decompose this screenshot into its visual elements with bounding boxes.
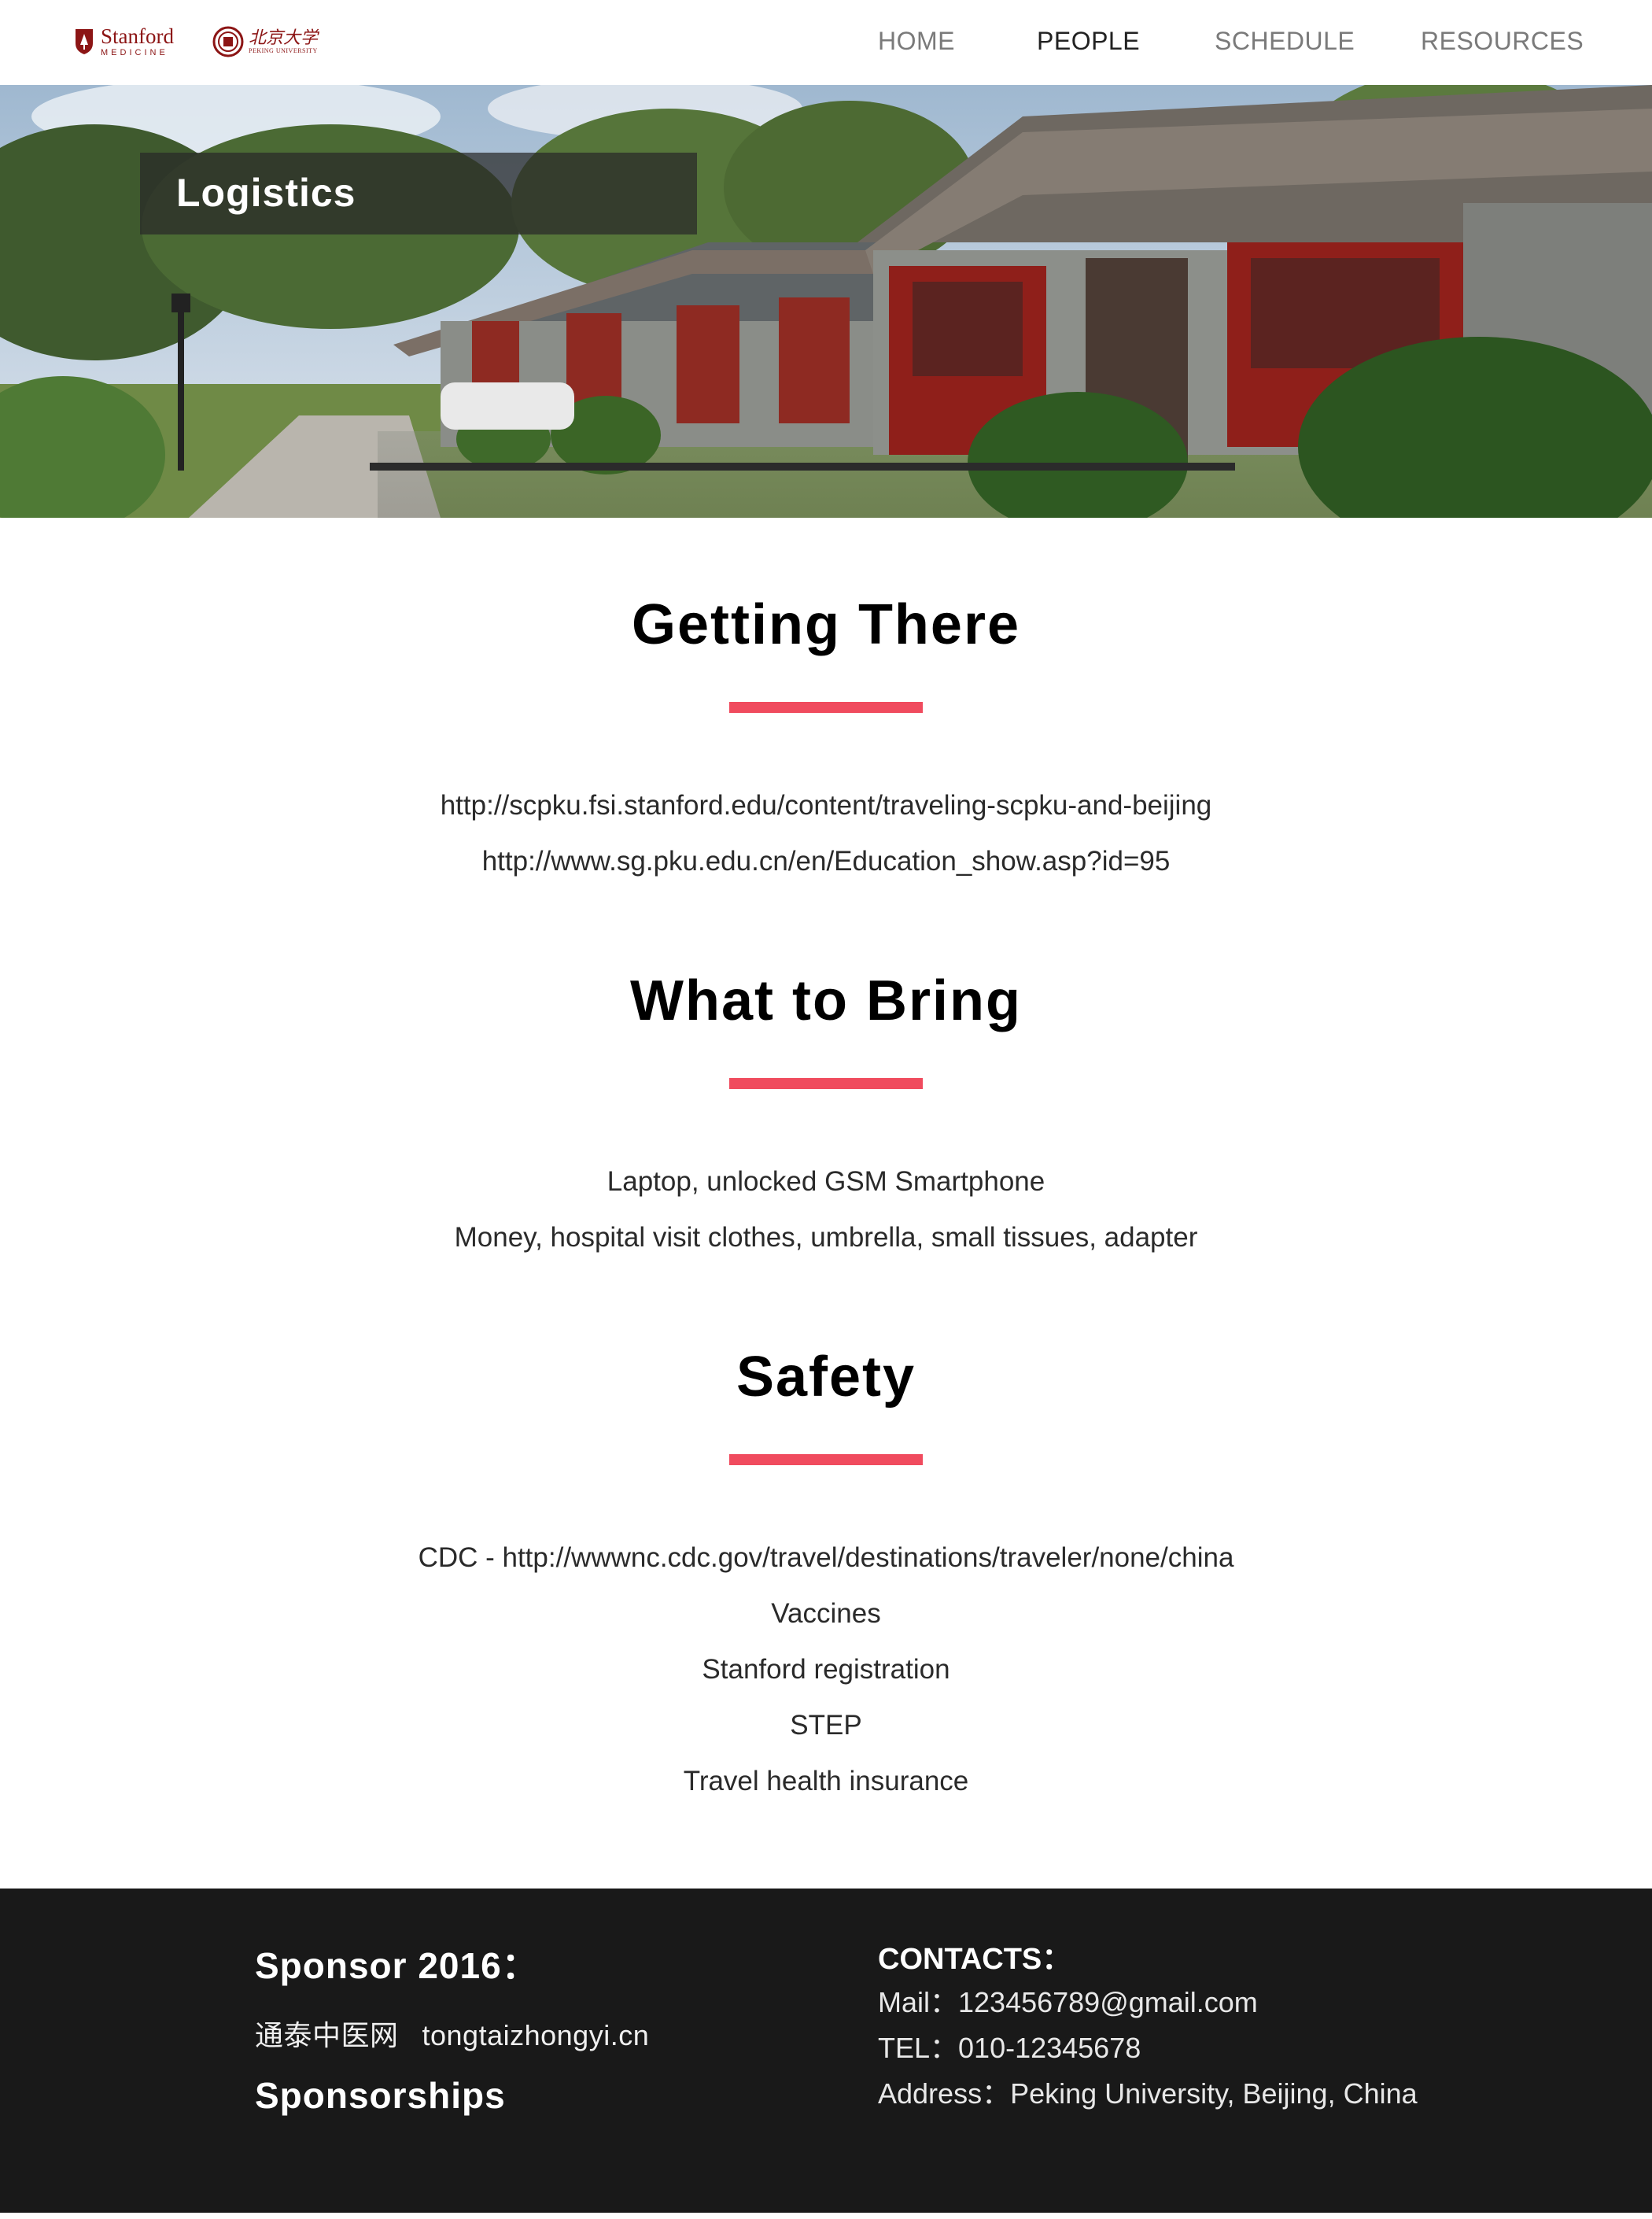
sponsor-title: Sponsor 2016：	[255, 1945, 539, 1986]
pku-logo-sub: PEKING UNIVERSITY	[249, 47, 318, 54]
link-pku-education[interactable]: http://www.sg.pku.edu.cn/en/Education_sh…	[0, 833, 1652, 889]
sponsor-name: 通泰中医网	[255, 2019, 399, 2051]
list-item: Laptop, unlocked GSM Smartphone	[607, 1166, 1045, 1197]
section-divider	[729, 1454, 923, 1465]
stanford-logo-sub: MEDICINE	[101, 48, 168, 57]
site-header: Stanford MEDICINE 北京大学 PEKING UNIVERSITY…	[0, 0, 1652, 85]
sponsor-link[interactable]: tongtaizhongyi.cn	[422, 2019, 650, 2051]
nav-schedule[interactable]: SCHEDULE	[1215, 27, 1355, 56]
hero-banner: Logistics	[0, 85, 1652, 518]
peking-university-logo[interactable]: 北京大学 PEKING UNIVERSITY	[212, 24, 318, 60]
list-item: Money, hospital visit clothes, umbrella,…	[454, 1222, 1198, 1253]
sponsor-line: 通泰中医网 tongtaizhongyi.cn	[255, 2013, 649, 2054]
section-divider	[729, 702, 923, 713]
section-safety: Safety CDC - http://wwwnc.cdc.gov/travel…	[0, 1349, 1652, 1809]
page-title-banner: Logistics	[140, 153, 697, 234]
nav-home[interactable]: HOME	[878, 27, 955, 56]
list-item: Stanford registration	[702, 1654, 950, 1685]
site-footer: Sponsor 2016： 通泰中医网 tongtaizhongyi.cn Spo…	[0, 1889, 1652, 2213]
contact-mail[interactable]: Mail：123456789@gmail.com	[878, 1980, 1258, 2021]
page-title: Logistics	[176, 171, 356, 215]
link-scpku-traveling[interactable]: http://scpku.fsi.stanford.edu/content/tr…	[0, 777, 1652, 833]
list-item: Travel health insurance	[683, 1766, 969, 1796]
pku-seal-icon	[212, 26, 244, 57]
section-divider	[729, 1078, 923, 1089]
section-title: Safety	[736, 1346, 916, 1409]
contact-address: Address：Peking University, Beijing, Chin…	[878, 2077, 1418, 2110]
list-item: STEP	[790, 1710, 862, 1741]
section-getting-there: Getting There http://scpku.fsi.stanford.…	[0, 596, 1652, 889]
stanford-medicine-logo[interactable]: Stanford MEDICINE	[74, 24, 174, 60]
sponsorships-link[interactable]: Sponsorships	[255, 2074, 506, 2117]
nav-people[interactable]: PEOPLE	[1037, 27, 1140, 56]
contacts-title: CONTACTS：	[878, 1943, 1072, 1976]
section-title: Getting There	[631, 593, 1021, 656]
nav-resources[interactable]: RESOURCES	[1421, 27, 1584, 56]
section-title: What to Bring	[630, 969, 1022, 1032]
courtyard-photo	[0, 85, 1652, 518]
stanford-shield-icon	[76, 29, 93, 54]
pku-logo-name: 北京大学	[249, 28, 319, 47]
contact-tel: TEL：010-12345678	[878, 2032, 1141, 2064]
list-item: Vaccines	[771, 1598, 881, 1629]
stanford-logo-name: Stanford	[101, 24, 174, 48]
section-what-to-bring: What to Bring Laptop, unlocked GSM Smart…	[0, 973, 1652, 1265]
link-cdc-travel[interactable]: CDC - http://wwwnc.cdc.gov/travel/destin…	[0, 1530, 1652, 1586]
